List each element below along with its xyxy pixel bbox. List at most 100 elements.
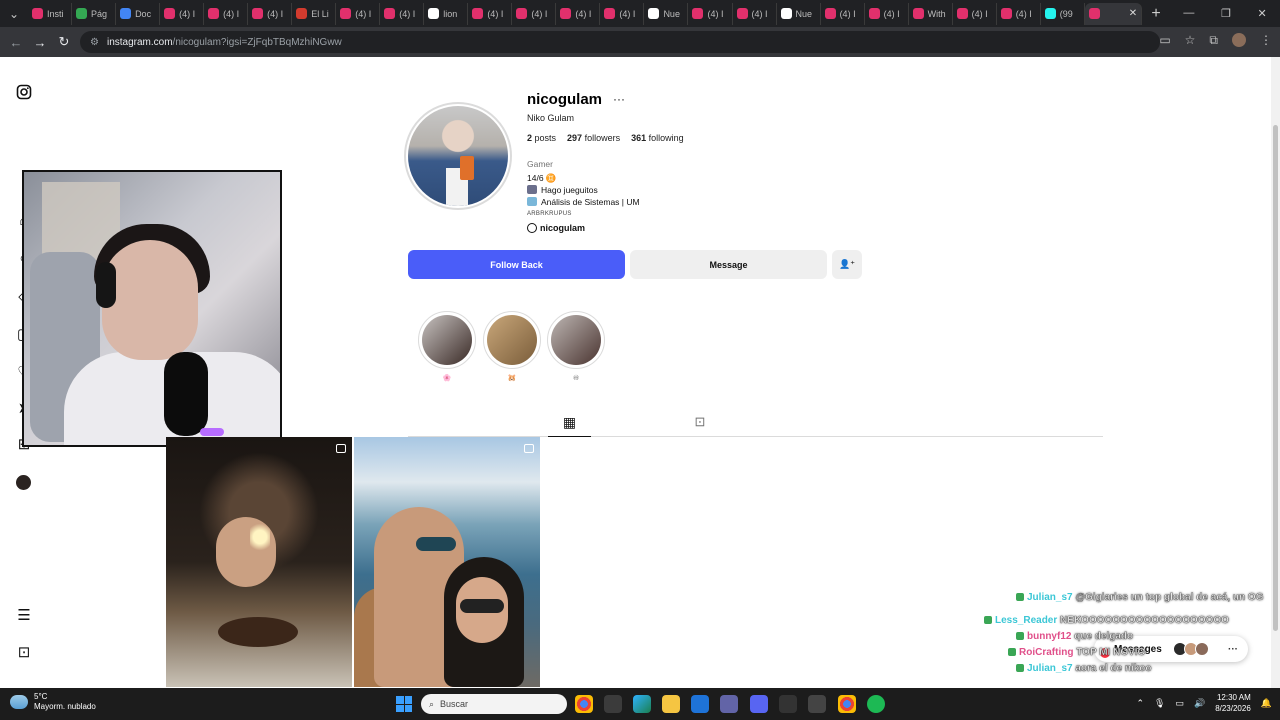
weather-widget[interactable]: 5°C Mayorm. nublado — [10, 692, 96, 712]
browser-tab[interactable]: With — [909, 2, 953, 25]
cast-icon[interactable]: ▭ — [1159, 33, 1170, 48]
options-icon[interactable]: ··· — [613, 92, 625, 106]
instagram-logo-icon[interactable] — [16, 84, 32, 100]
chrome-taskbar-icon[interactable] — [575, 695, 593, 713]
volume-icon[interactable]: 🔊 — [1194, 698, 1205, 709]
message-button[interactable]: Message — [630, 250, 827, 279]
browser-tab[interactable]: (4) I — [468, 2, 513, 25]
chat-badge-icon — [1016, 593, 1024, 601]
posts-stat: 2 posts — [527, 133, 557, 143]
url-input[interactable]: ⚙ instagram.com/nicogulam?igsi=ZjFqbTBqM… — [80, 31, 1160, 53]
forward-icon[interactable]: → — [28, 35, 52, 50]
tray-chevron-icon[interactable]: ⌃ — [1136, 698, 1144, 709]
restore-icon[interactable]: ❐ — [1221, 7, 1231, 20]
site-info-icon[interactable]: ⚙ — [90, 37, 99, 48]
browser-tab[interactable]: (4) I — [997, 2, 1041, 25]
browser-tab[interactable]: Pág — [72, 2, 117, 25]
reload-icon[interactable]: ↻ — [52, 34, 76, 50]
browser-tab[interactable]: El Li — [292, 2, 337, 25]
bookmark-star-icon[interactable]: ☆ — [1185, 33, 1196, 48]
notifications-icon[interactable]: 🔔 — [1261, 698, 1272, 709]
new-tab-button[interactable]: + — [1142, 5, 1170, 23]
minimize-icon[interactable]: — — [1183, 7, 1194, 20]
edge-taskbar-icon[interactable] — [633, 695, 651, 713]
story-highlight[interactable] — [547, 311, 605, 369]
browser-tab[interactable]: (4) I — [380, 2, 425, 25]
profile-avatar-icon[interactable] — [1232, 33, 1246, 47]
spotify-taskbar-icon[interactable] — [867, 695, 885, 713]
close-window-icon[interactable]: ✕ — [1257, 7, 1266, 20]
obs-taskbar-icon[interactable] — [808, 695, 826, 713]
carousel-icon — [524, 444, 534, 453]
tab-favicon-icon — [384, 8, 396, 19]
tab-label: Pág — [91, 8, 108, 19]
browser-tab[interactable]: (4) I — [204, 2, 249, 25]
story-highlight[interactable] — [483, 311, 541, 369]
following-stat[interactable]: 361 following — [631, 133, 684, 143]
url-host: instagram.com — [106, 36, 173, 48]
browser-tab[interactable]: (4) I — [160, 2, 205, 25]
outlook-taskbar-icon[interactable] — [691, 695, 709, 713]
extensions-icon[interactable]: ⧉ — [1209, 33, 1218, 48]
store-taskbar-icon[interactable] — [604, 695, 622, 713]
also-from-meta-icon[interactable]: ⊡ — [16, 645, 32, 661]
tab-label: (4) I — [971, 8, 988, 19]
browser-tab[interactable]: Doc — [116, 2, 161, 25]
browser-tab[interactable]: (4) I — [821, 2, 865, 25]
browser-tab[interactable]: (4) I — [953, 2, 997, 25]
tab-label: (4) I — [707, 8, 724, 19]
tab-posts[interactable]: ▦ — [548, 408, 591, 437]
profile-nav-avatar[interactable] — [16, 475, 31, 490]
clock[interactable]: 12:30 AM 8/23/2026 — [1215, 692, 1251, 714]
start-button[interactable] — [396, 696, 412, 712]
tab-favicon-icon — [868, 8, 880, 19]
file-explorer-taskbar-icon[interactable] — [662, 695, 680, 713]
browser-tab[interactable]: Insti — [28, 2, 73, 25]
network-icon[interactable]: ▭ — [1175, 698, 1184, 709]
browser-menu-icon[interactable]: ⋮ — [1260, 33, 1272, 48]
browser-tab[interactable]: (4) I — [600, 2, 645, 25]
page-scrollbar[interactable] — [1271, 57, 1280, 688]
scrollbar-thumb[interactable] — [1273, 125, 1278, 631]
browser-tab[interactable]: lion — [424, 2, 469, 25]
microphone-icon[interactable]: 🎙 — [1154, 698, 1165, 709]
suggested-users-button[interactable]: 👤⁺ — [832, 250, 862, 279]
browser-tab[interactable]: (4) I — [336, 2, 381, 25]
more-menu-icon[interactable]: ☰ — [16, 608, 32, 624]
browser-tab-active[interactable]: ✕ — [1084, 2, 1142, 25]
post-thumbnail[interactable] — [166, 437, 352, 687]
browser-tab[interactable]: (4) I — [733, 2, 777, 25]
follow-back-button[interactable]: Follow Back — [408, 250, 625, 279]
followers-stat[interactable]: 297 followers — [567, 133, 620, 143]
taskbar-search[interactable]: ⌕ Buscar — [421, 694, 567, 714]
tab-label: (4) I — [179, 8, 196, 19]
add-user-icon: 👤⁺ — [839, 259, 855, 269]
epic-games-taskbar-icon[interactable] — [779, 695, 797, 713]
back-icon[interactable]: ← — [4, 35, 28, 50]
avatar — [1194, 642, 1209, 656]
browser-tab[interactable]: (4) I — [248, 2, 293, 25]
chat-badge-icon — [984, 616, 992, 624]
chrome-active-taskbar-icon[interactable] — [838, 695, 856, 713]
browser-tab[interactable]: (99 — [1041, 2, 1085, 25]
discord-taskbar-icon[interactable] — [750, 695, 768, 713]
browser-tab[interactable]: Nue — [644, 2, 689, 25]
tab-label: (4) I — [267, 8, 284, 19]
browser-tab[interactable]: (4) I — [865, 2, 909, 25]
threads-link[interactable]: nicogulam — [527, 223, 585, 233]
post-thumbnail[interactable] — [354, 437, 540, 687]
chat-badge-icon — [1008, 648, 1016, 656]
browser-tab[interactable]: (4) I — [512, 2, 557, 25]
tab-label: (4) I — [531, 8, 548, 19]
browser-tab[interactable]: Nue — [777, 2, 821, 25]
story-highlight[interactable] — [418, 311, 476, 369]
browser-tab[interactable]: (4) I — [688, 2, 733, 25]
messages-more-icon[interactable]: ··· — [1228, 644, 1238, 655]
tab-search-icon[interactable]: ⌄ — [0, 0, 28, 27]
tab-label: lion — [443, 8, 458, 19]
close-tab-icon[interactable]: ✕ — [1129, 8, 1137, 19]
teams-taskbar-icon[interactable] — [720, 695, 738, 713]
profile-picture[interactable] — [408, 106, 508, 206]
browser-tab[interactable]: (4) I — [556, 2, 601, 25]
tab-tagged[interactable]: ⊡ — [685, 408, 715, 436]
